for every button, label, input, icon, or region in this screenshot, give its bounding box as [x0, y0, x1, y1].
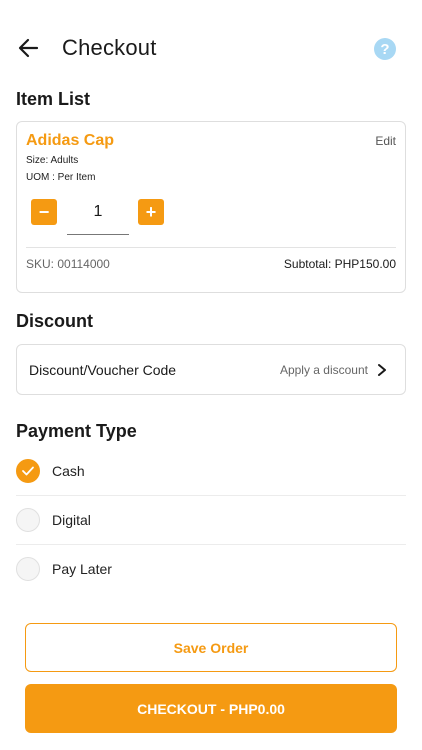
check-icon: [22, 466, 34, 476]
minus-icon: −: [38, 202, 50, 222]
cash-radio[interactable]: [16, 459, 40, 483]
payment-option-digital[interactable]: Digital: [16, 496, 406, 544]
item-subtotal: Subtotal: PHP150.00: [283, 257, 396, 271]
payment-option-cash[interactable]: Cash: [16, 447, 406, 495]
digital-radio[interactable]: [16, 508, 40, 532]
pay-later-label: Pay Later: [52, 561, 112, 577]
save-order-button[interactable]: Save Order: [25, 623, 397, 672]
item-size: Size: Adults: [26, 155, 79, 166]
page-title: Checkout: [62, 35, 157, 60]
payment-option-pay-later[interactable]: Pay Later: [16, 545, 406, 593]
help-button[interactable]: ?: [374, 38, 396, 60]
arrow-left-icon: [18, 38, 39, 58]
item-sku: SKU: 00114000: [26, 257, 110, 271]
pay-later-radio[interactable]: [16, 557, 40, 581]
item-uom: UOM : Per Item: [26, 172, 96, 183]
increase-quantity-button[interactable]: +: [138, 199, 164, 225]
decrease-quantity-button[interactable]: −: [31, 199, 57, 225]
edit-item-link[interactable]: Edit: [375, 134, 396, 148]
payment-type-title: Payment Type: [16, 421, 137, 441]
chevron-right-icon: [378, 364, 386, 376]
item-divider: [26, 247, 396, 248]
discount-voucher-row[interactable]: Discount/Voucher Code Apply a discount: [16, 344, 406, 395]
apply-discount-link: Apply a discount: [279, 363, 368, 377]
app-header: Checkout ?: [0, 0, 422, 98]
item-name: Adidas Cap: [26, 132, 115, 149]
discount-label: Discount/Voucher Code: [29, 362, 177, 378]
checkout-button[interactable]: CHECKOUT - PHP0.00: [25, 684, 397, 733]
plus-icon: +: [145, 202, 157, 222]
back-button[interactable]: [16, 34, 42, 62]
question-circle-icon: ?: [380, 40, 390, 58]
digital-label: Digital: [52, 512, 91, 528]
cash-label: Cash: [52, 463, 85, 479]
quantity-input[interactable]: 1: [67, 201, 129, 235]
item-list-title: Item List: [16, 89, 91, 109]
discount-title: Discount: [16, 311, 94, 331]
cart-item-card: Adidas Cap Edit Size: Adults UOM : Per I…: [16, 121, 406, 293]
